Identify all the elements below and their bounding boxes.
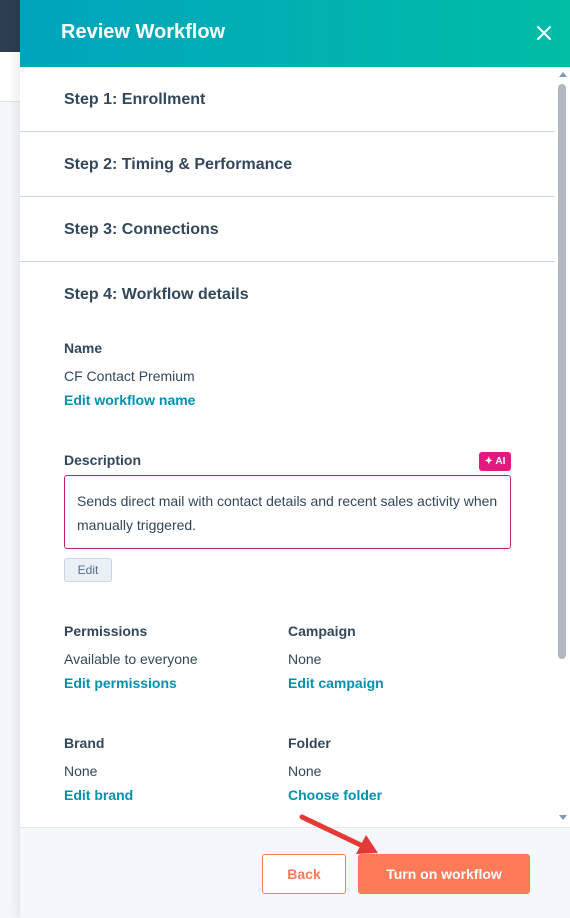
- campaign-value: None: [288, 651, 322, 667]
- review-workflow-panel: Review Workflow Step 1: Enrollment Step …: [20, 0, 570, 918]
- step-connections[interactable]: Step 3: Connections: [20, 197, 555, 262]
- brand-value: None: [64, 763, 98, 779]
- description-label: Description: [64, 452, 142, 468]
- step-title: Step 4: Workflow details: [64, 286, 249, 303]
- turn-on-workflow-button[interactable]: Turn on workflow: [358, 854, 530, 894]
- permissions-value: Available to everyone: [64, 651, 198, 667]
- name-label: Name: [64, 340, 103, 356]
- panel-footer: Back Turn on workflow: [20, 827, 570, 918]
- step-title: Step 3: Connections: [64, 221, 219, 238]
- edit-permissions-link[interactable]: Edit permissions: [64, 675, 177, 691]
- close-icon[interactable]: [534, 23, 554, 43]
- folder-label: Folder: [288, 735, 331, 751]
- panel-body: Step 1: Enrollment Step 2: Timing & Perf…: [20, 67, 570, 827]
- scrollbar-thumb[interactable]: [558, 84, 566, 659]
- edit-description-button[interactable]: Edit: [64, 558, 112, 582]
- edit-campaign-link[interactable]: Edit campaign: [288, 675, 384, 691]
- step-workflow-details[interactable]: Step 4: Workflow details: [20, 262, 555, 327]
- description-textarea[interactable]: Sends direct mail with contact details a…: [64, 475, 511, 549]
- choose-folder-link[interactable]: Choose folder: [288, 787, 382, 803]
- ai-badge[interactable]: ✦ AI: [479, 452, 511, 471]
- step-enrollment[interactable]: Step 1: Enrollment: [20, 67, 555, 132]
- edit-brand-link[interactable]: Edit brand: [64, 787, 133, 803]
- edit-workflow-name-link[interactable]: Edit workflow name: [64, 392, 195, 408]
- permissions-label: Permissions: [64, 623, 148, 639]
- panel-title: Review Workflow: [61, 21, 226, 43]
- back-button[interactable]: Back: [262, 854, 346, 894]
- step-title: Step 2: Timing & Performance: [64, 156, 293, 173]
- step-timing-performance[interactable]: Step 2: Timing & Performance: [20, 132, 555, 197]
- scroll-up-icon[interactable]: [559, 72, 567, 77]
- name-value: CF Contact Premium: [64, 368, 195, 384]
- scroll-down-icon[interactable]: [559, 815, 567, 820]
- folder-value: None: [288, 763, 322, 779]
- panel-header: Review Workflow: [20, 0, 570, 67]
- step-title: Step 1: Enrollment: [64, 91, 206, 108]
- brand-label: Brand: [64, 735, 105, 751]
- campaign-label: Campaign: [288, 623, 356, 639]
